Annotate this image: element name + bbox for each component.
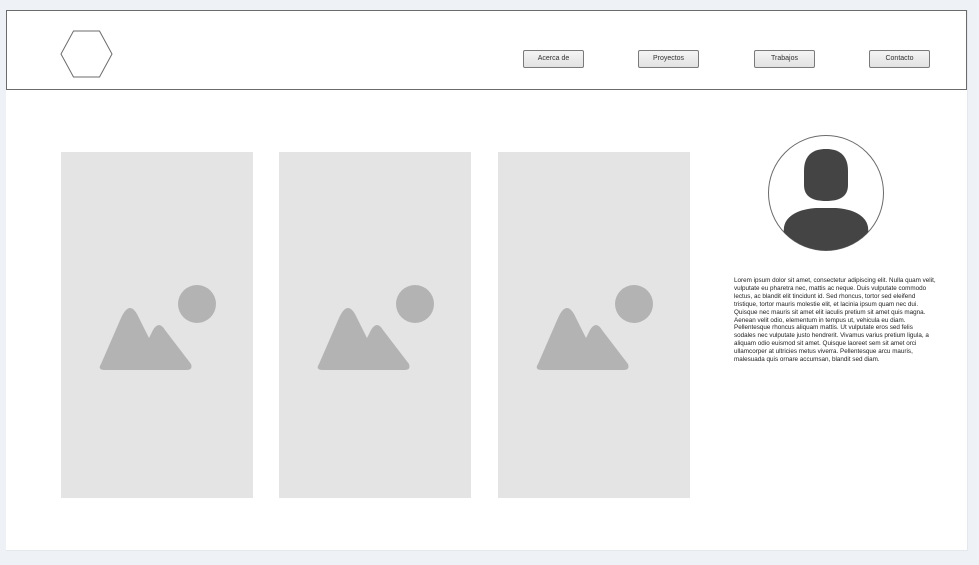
nav-button-proyectos[interactable]: Proyectos <box>638 50 699 68</box>
hexagon-logo-icon[interactable] <box>60 30 113 78</box>
image-placeholder-3 <box>498 152 690 498</box>
image-placeholder-icon <box>99 285 216 370</box>
image-placeholder-icon <box>536 285 653 370</box>
image-placeholder-icon <box>317 285 434 370</box>
profile-bio-text: Lorem ipsum dolor sit amet, consectetur … <box>734 277 936 364</box>
user-avatar-icon <box>768 135 884 251</box>
nav-button-acerca-de[interactable]: Acerca de <box>523 50 584 68</box>
wireframe-canvas: Acerca de Proyectos Trabajos Contacto Lo… <box>6 10 968 551</box>
nav-button-trabajos[interactable]: Trabajos <box>754 50 815 68</box>
image-placeholder-2 <box>279 152 471 498</box>
image-placeholder-1 <box>61 152 253 498</box>
site-header: Acerca de Proyectos Trabajos Contacto <box>6 10 967 90</box>
nav-button-contacto[interactable]: Contacto <box>869 50 930 68</box>
